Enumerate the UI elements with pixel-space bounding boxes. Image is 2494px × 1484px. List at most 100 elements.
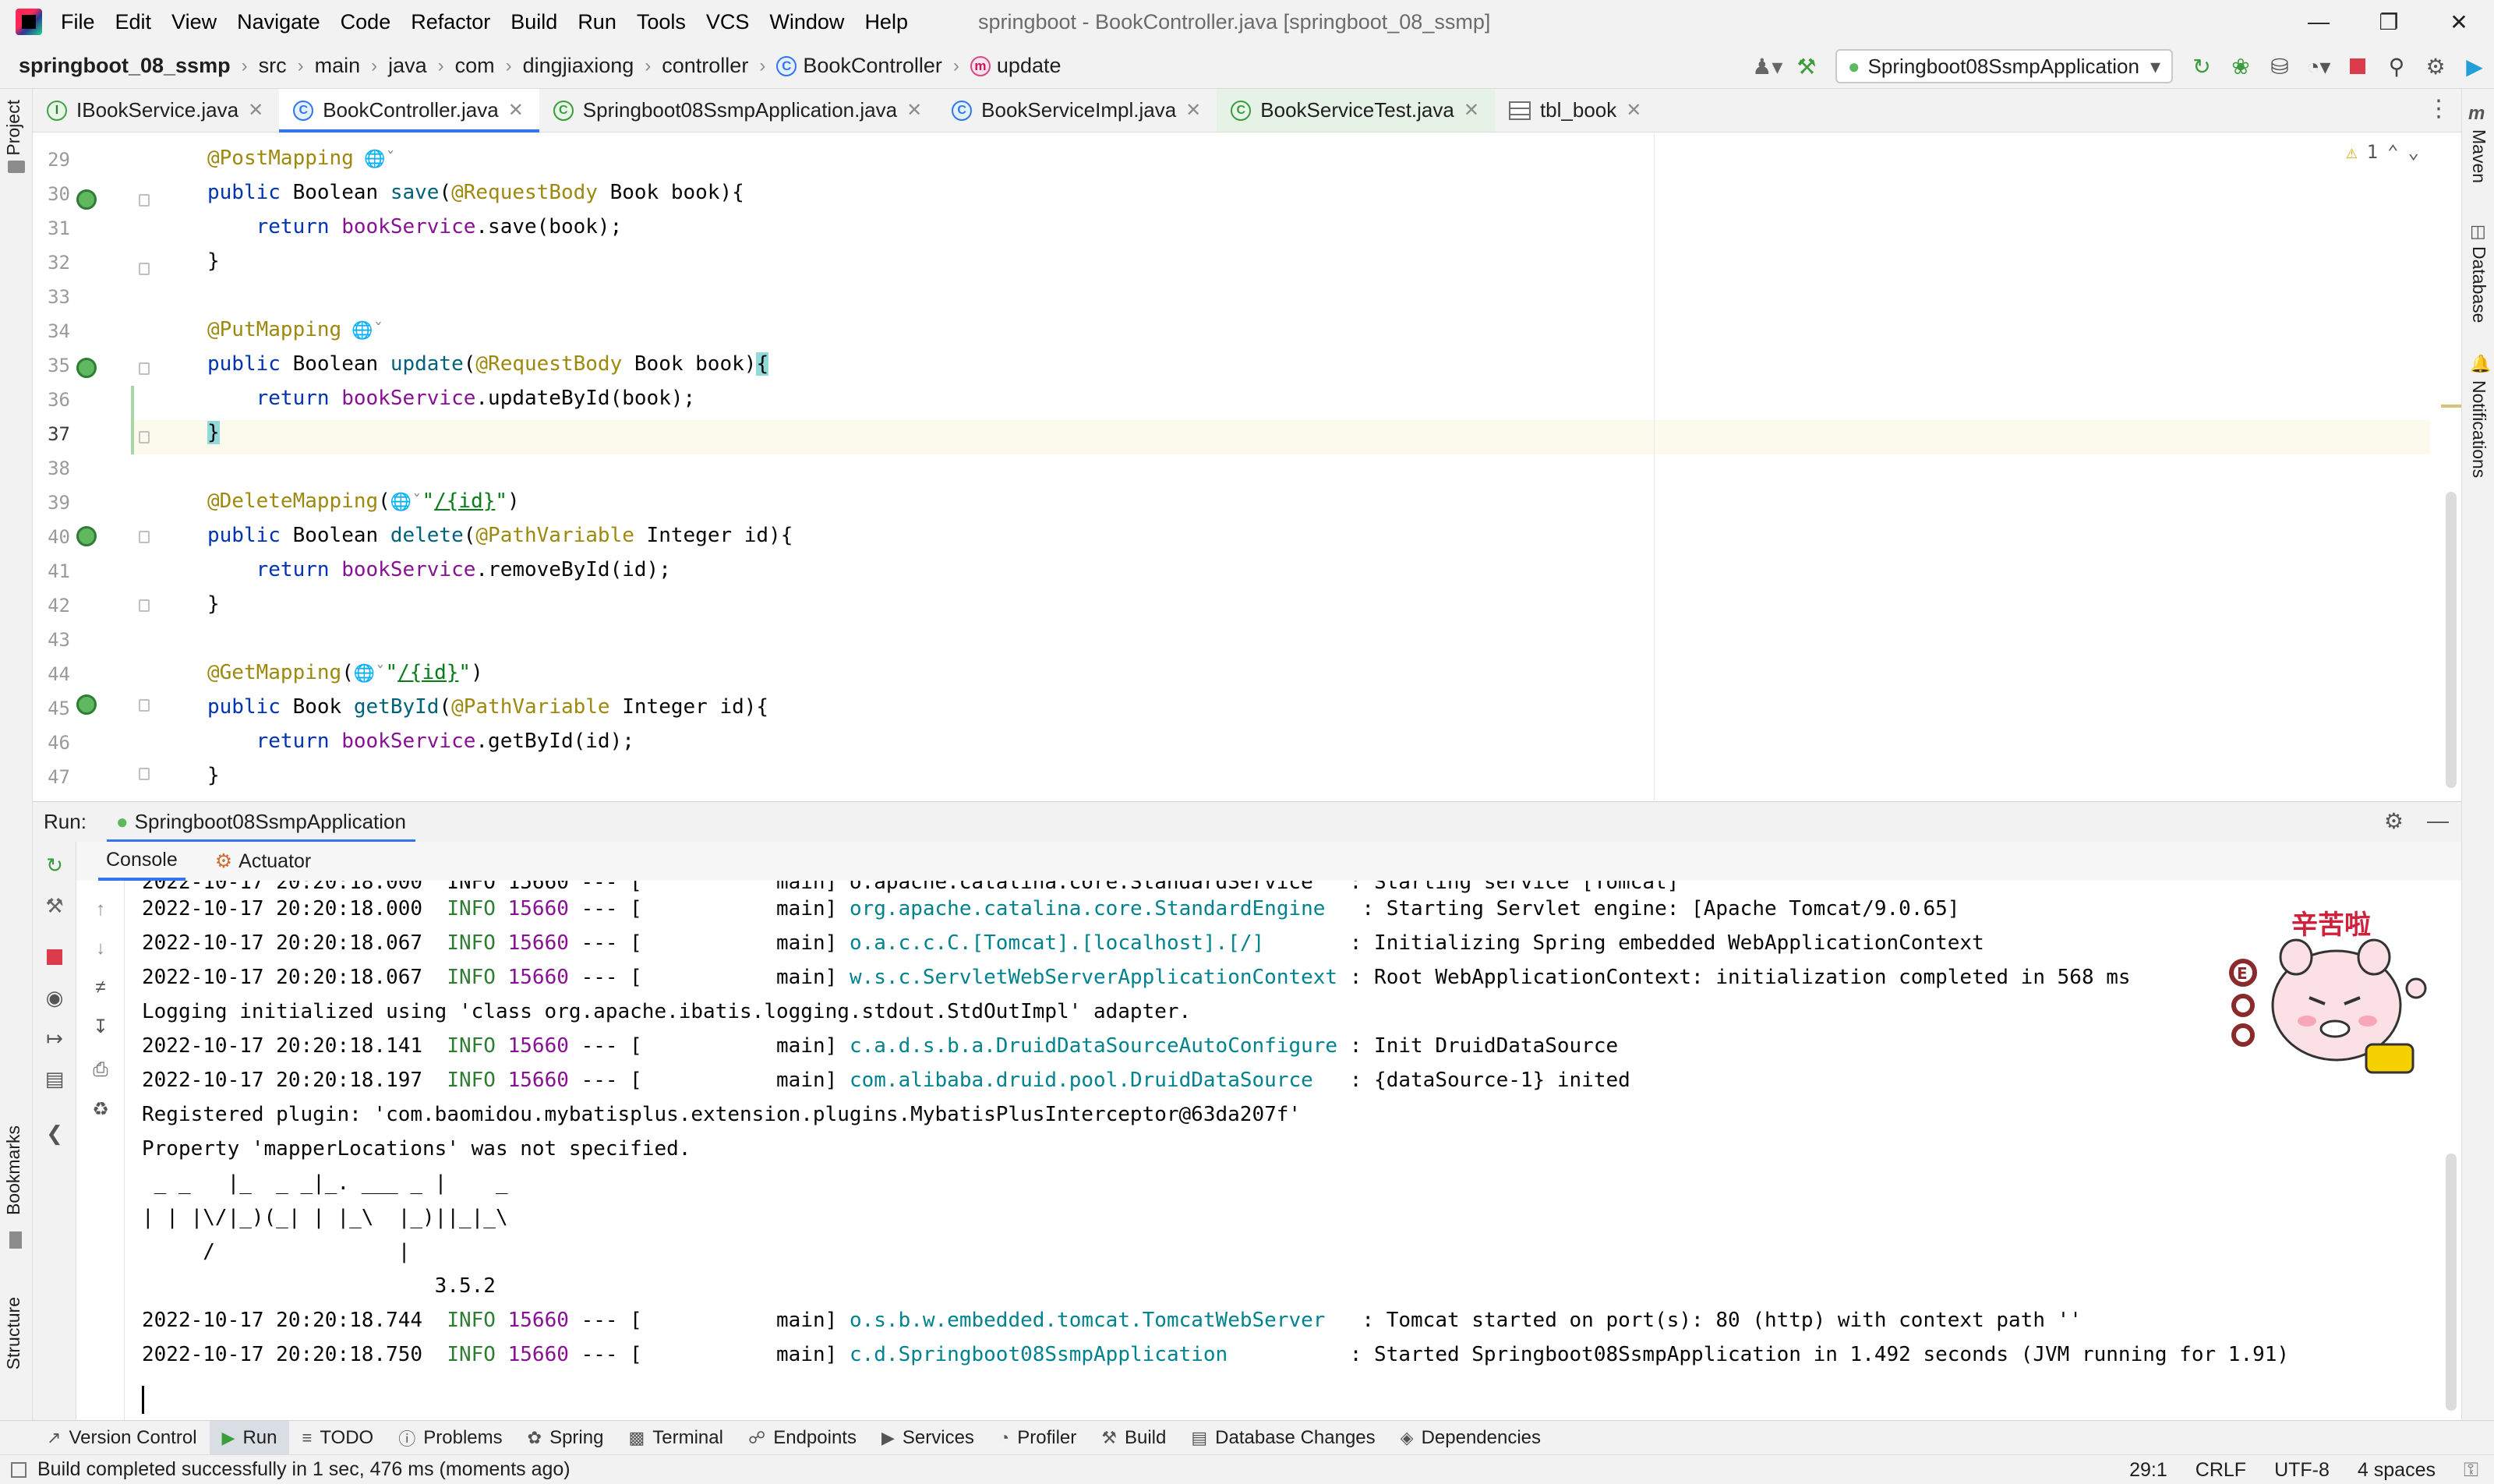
console-output[interactable]: 2022-10-17 20:20:18.000 INFO 15660 --- [… [125, 881, 2461, 1426]
close-tab-icon[interactable]: ✕ [906, 99, 922, 122]
tab-bookserviceimpl[interactable]: C BookServiceImpl.java ✕ [938, 89, 1217, 132]
fold-icon[interactable] [139, 599, 150, 612]
clear-all-icon[interactable]: ♻ [87, 1096, 114, 1122]
notifications-tool-button[interactable]: Notifications [2468, 380, 2489, 478]
run-tab-springboot08ssmpapplication[interactable]: ● Springboot08SsmpApplication [106, 802, 416, 843]
menu-edit[interactable]: Edit [115, 10, 152, 34]
tab-ibookservice[interactable]: I IBookService.java ✕ [33, 89, 279, 132]
file-encoding[interactable]: UTF-8 [2274, 1459, 2330, 1482]
tool-spring[interactable]: ✿ Spring [515, 1421, 616, 1455]
fold-icon[interactable] [139, 768, 150, 780]
project-tool-button[interactable]: Project [3, 100, 24, 156]
lock-icon[interactable]: ⚿ [2464, 1459, 2478, 1482]
tab-actuator[interactable]: ⚙ Actuator [207, 842, 320, 881]
settings-gear-icon[interactable]: ⚙ [2384, 808, 2404, 834]
stop-icon[interactable] [42, 945, 67, 970]
print-icon[interactable]: ⎙ [87, 1057, 114, 1083]
tool-endpoints[interactable]: ☍ Endpoints [736, 1421, 869, 1455]
user-account-icon[interactable]: ♟▾ [1751, 50, 1784, 83]
status-toggle-icon[interactable] [11, 1461, 26, 1478]
menu-window[interactable]: Window [769, 10, 844, 34]
breadcrumb-com[interactable]: com [455, 54, 495, 78]
menu-navigate[interactable]: Navigate [237, 10, 320, 34]
pin-icon[interactable]: ❮ [42, 1121, 67, 1146]
fold-icon[interactable] [139, 531, 150, 543]
breadcrumb-update[interactable]: update [997, 54, 1062, 78]
menu-refactor[interactable]: Refactor [411, 10, 490, 34]
tab-bookcontroller[interactable]: C BookController.java ✕ [279, 89, 539, 132]
hide-panel-icon[interactable]: — [2427, 808, 2449, 834]
tool-run[interactable]: ▶ Run [209, 1420, 290, 1455]
login-icon[interactable]: ↦ [42, 1026, 67, 1051]
caret-position[interactable]: 29:1 [2129, 1459, 2167, 1482]
tool-dependencies[interactable]: ◈ Dependencies [1388, 1421, 1553, 1455]
search-icon[interactable]: ⚲ [2380, 50, 2413, 83]
breadcrumb-java[interactable]: java [388, 54, 427, 78]
settings-gear-icon[interactable]: ⚙ [2419, 50, 2452, 83]
rerun-icon[interactable]: ↻ [42, 853, 67, 878]
menu-build[interactable]: Build [510, 10, 557, 34]
tool-build[interactable]: ⚒ Build [1089, 1421, 1178, 1455]
tab-tbl-book[interactable]: tbl_book ✕ [1495, 89, 1657, 132]
soft-wrap-icon[interactable]: ≠ [87, 974, 114, 1001]
fold-icon[interactable] [139, 699, 150, 712]
endpoint-run-icon[interactable] [76, 526, 97, 546]
menu-help[interactable]: Help [864, 10, 908, 34]
bookmark-icon[interactable] [9, 1231, 22, 1249]
scroll-down-icon[interactable]: ↓ [87, 935, 114, 962]
close-tab-icon[interactable]: ✕ [1185, 99, 1201, 122]
scroll-up-icon[interactable]: ↑ [87, 896, 114, 923]
tool-todo[interactable]: ≡ TODO [289, 1421, 386, 1455]
run-configuration-dropdown[interactable]: ● Springboot08SsmpApplication ▾ [1835, 49, 2173, 83]
rerun-icon[interactable]: ↻ [2185, 50, 2218, 83]
warning-stripe-marker[interactable] [2441, 405, 2461, 408]
close-tab-icon[interactable]: ✕ [1626, 99, 1641, 122]
tab-springboot08ssmpapplication[interactable]: C Springboot08SsmpApplication.java ✕ [539, 89, 938, 132]
previous-highlight-icon[interactable]: ⌃ [2387, 141, 2398, 163]
scroll-to-end-icon[interactable]: ↧ [87, 1013, 114, 1040]
breadcrumb-controller[interactable]: controller [662, 54, 748, 78]
close-tab-icon[interactable]: ✕ [248, 99, 263, 122]
breadcrumb-main[interactable]: main [315, 54, 361, 78]
layout-icon[interactable]: ▤ [42, 1066, 67, 1091]
console-scrollbar[interactable] [2446, 1154, 2457, 1411]
tool-problems[interactable]: ⓘ Problems [386, 1421, 514, 1455]
status-message[interactable]: Build completed successfully in 1 sec, 4… [37, 1458, 571, 1481]
maven-tool-button[interactable]: Maven [2468, 129, 2489, 183]
editor-scrollbar[interactable] [2446, 492, 2457, 788]
tab-console[interactable]: Console [98, 842, 185, 881]
tool-terminal[interactable]: ▩ Terminal [616, 1421, 736, 1455]
restore-icon[interactable]: ❐ [2354, 0, 2424, 44]
camera-icon[interactable]: ◉ [42, 985, 67, 1010]
debug-icon[interactable]: ❀ [2224, 50, 2257, 83]
jetbrains-toolbox-icon[interactable]: ▶ [2458, 50, 2491, 83]
line-separator[interactable]: CRLF [2195, 1459, 2246, 1482]
menu-view[interactable]: View [171, 10, 217, 34]
build-hammer-icon[interactable]: ⚒ [1790, 50, 1823, 83]
endpoint-run-icon[interactable] [76, 694, 97, 715]
tool-version-control[interactable]: ↗ Version Control [34, 1421, 210, 1455]
close-tab-icon[interactable]: ✕ [1464, 99, 1479, 122]
menu-code[interactable]: Code [341, 10, 391, 34]
close-tab-icon[interactable]: ✕ [508, 99, 524, 122]
breadcrumb-src[interactable]: src [259, 54, 287, 78]
stop-icon[interactable] [2341, 50, 2374, 83]
project-folder-icon[interactable] [8, 161, 25, 173]
close-window-icon[interactable]: ✕ [2424, 0, 2494, 44]
menu-vcs[interactable]: VCS [706, 10, 750, 34]
menu-tools[interactable]: Tools [637, 10, 686, 34]
tab-bookservicetest[interactable]: C BookServiceTest.java ✕ [1217, 89, 1495, 132]
bookmarks-tool-button[interactable]: Bookmarks [3, 1125, 24, 1215]
next-highlight-icon[interactable]: ⌄ [2408, 141, 2419, 163]
more-tabs-icon[interactable]: ⋮ [2427, 95, 2450, 122]
minimize-icon[interactable]: — [2284, 0, 2354, 44]
endpoint-run-icon[interactable] [76, 358, 97, 378]
modify-run-config-icon[interactable]: ⚒ [42, 893, 67, 918]
tool-profiler[interactable]: ◔ Profiler [987, 1421, 1089, 1455]
coverage-icon[interactable]: ⛁ [2263, 50, 2296, 83]
breadcrumb-project[interactable]: springboot_08_ssmp [19, 54, 231, 78]
endpoint-run-icon[interactable] [76, 189, 97, 210]
breadcrumb-bookcontroller[interactable]: BookController [803, 54, 942, 78]
tool-services[interactable]: ▶ Services [869, 1421, 987, 1455]
menu-file[interactable]: File [61, 10, 95, 34]
